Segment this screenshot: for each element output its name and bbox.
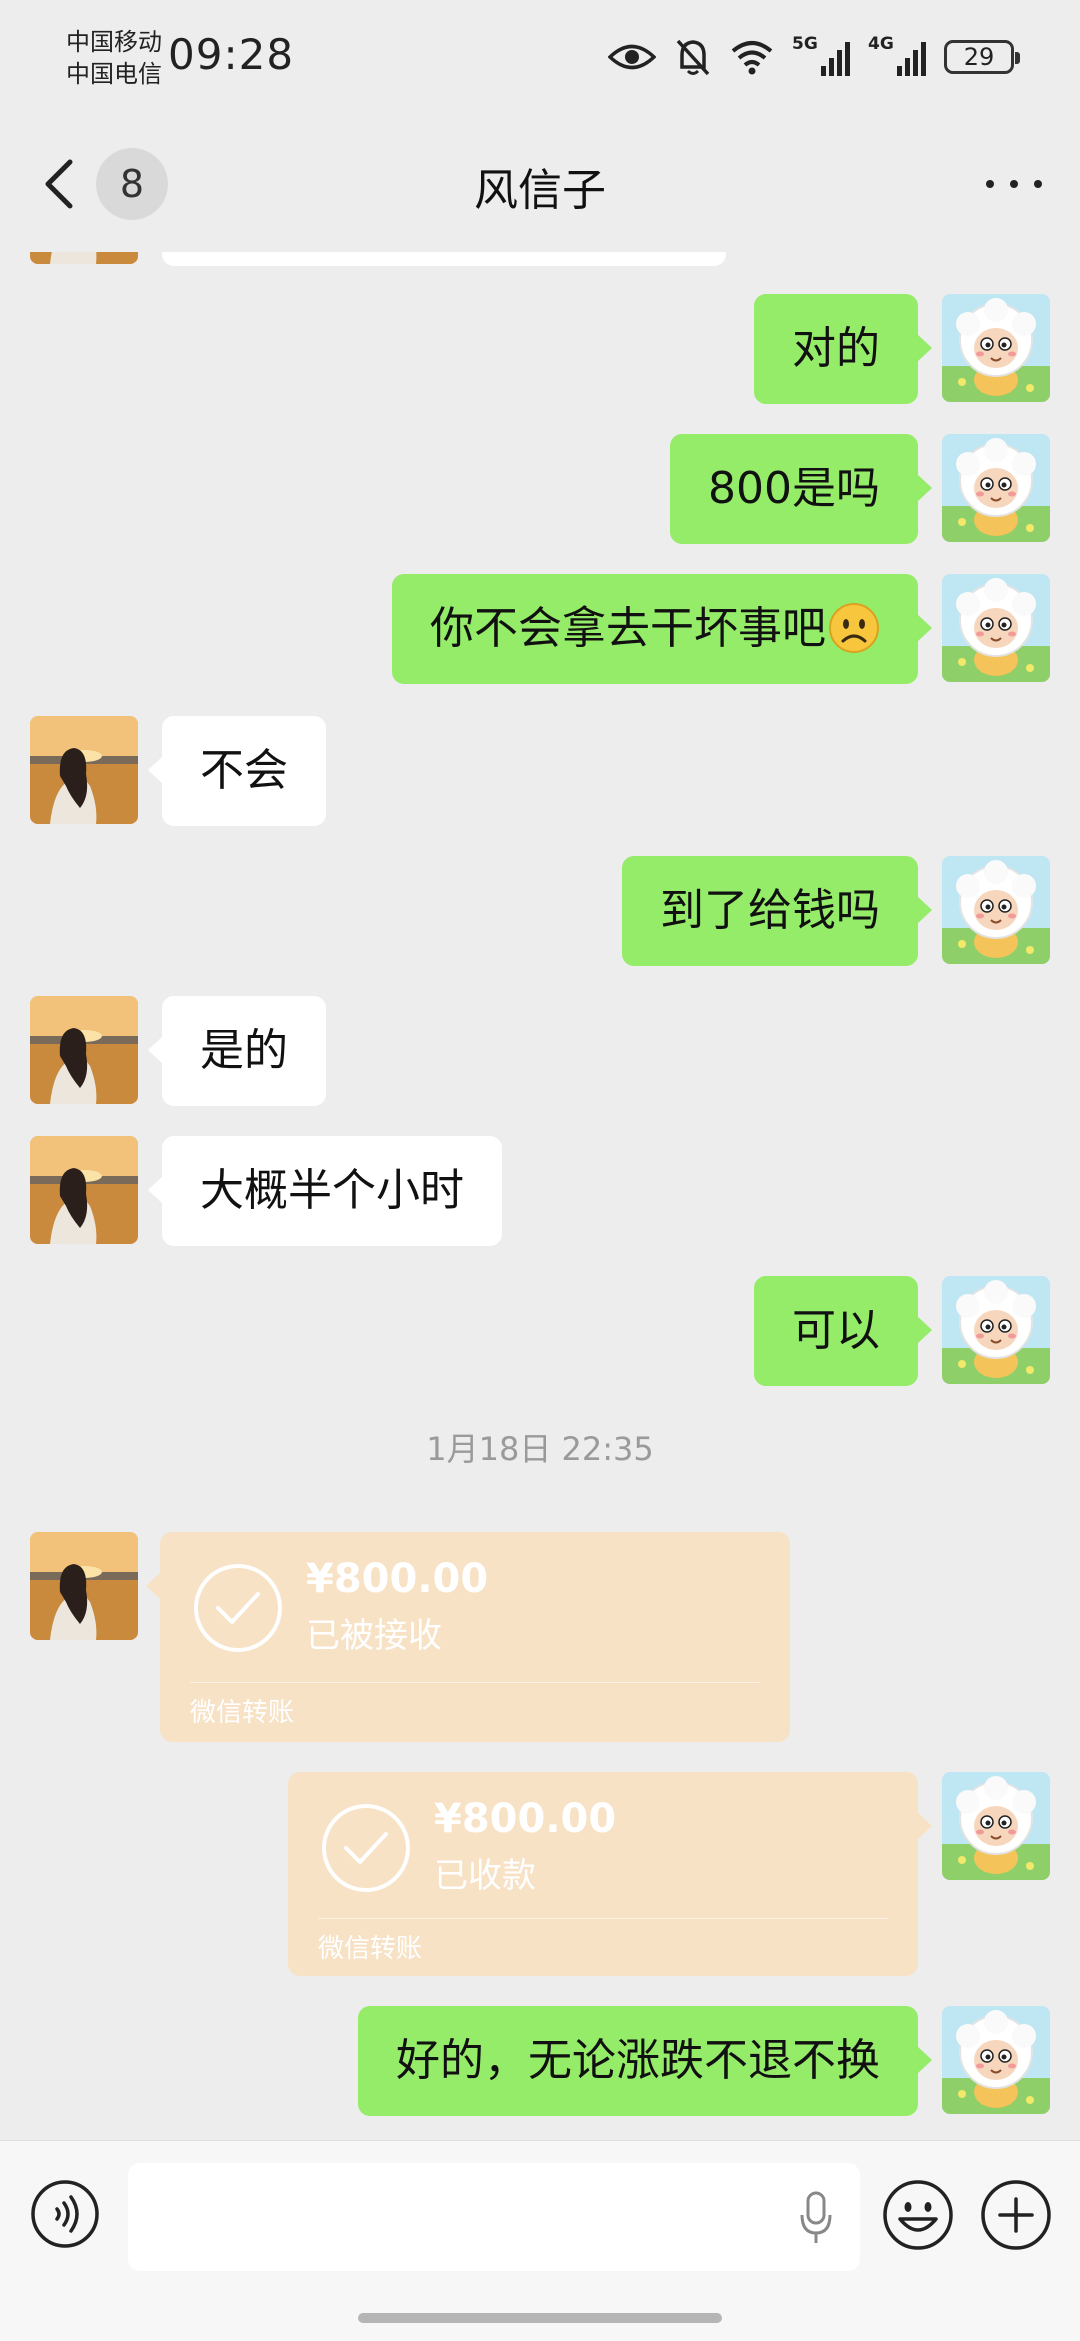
message-bubble-outgoing[interactable]: 好的，无论涨跌不退不换 — [358, 2006, 932, 2116]
avatar-contact[interactable] — [30, 1136, 138, 1244]
transfer-amount: ¥800.00 — [306, 1556, 489, 1602]
status-icons: 5G 4G 29 — [608, 34, 1020, 80]
signal-icon: 5G — [792, 34, 850, 80]
voice-icon[interactable] — [30, 2179, 100, 2249]
transfer-status: 已被接收 — [306, 1616, 442, 1656]
avatar-self[interactable] — [942, 1276, 1050, 1384]
eye-icon — [608, 44, 656, 70]
transfer-amount: ¥800.00 — [434, 1796, 617, 1842]
message-text: 你不会拿去干坏事吧 — [430, 603, 826, 654]
message-bubble-outgoing[interactable]: 到了给钱吗 — [622, 856, 932, 966]
avatar-self[interactable] — [942, 574, 1050, 682]
network-type-2: 4G — [868, 34, 894, 54]
network-type-1: 5G — [792, 34, 818, 54]
plus-icon[interactable] — [980, 2179, 1052, 2251]
message-bubble-outgoing[interactable]: 对的 — [754, 294, 932, 404]
avatar-contact[interactable] — [30, 1532, 138, 1640]
avatar-self[interactable] — [942, 856, 1050, 964]
message-timestamp: 1月18日 22:35 — [426, 1430, 654, 1468]
carrier-info: 中国移动 中国电信 — [66, 26, 162, 90]
divider — [190, 1682, 760, 1683]
microphone-icon[interactable] — [800, 2191, 832, 2245]
message-input[interactable] — [128, 2163, 860, 2271]
avatar-self[interactable] — [942, 434, 1050, 542]
battery-icon: 29 — [944, 40, 1020, 74]
check-circle-icon — [194, 1564, 282, 1652]
message-bubble-incoming[interactable]: 是的 — [148, 996, 326, 1106]
message-bubble-outgoing[interactable]: 可以 — [754, 1276, 932, 1386]
avatar-self[interactable] — [942, 2006, 1050, 2114]
transfer-status: 已收款 — [434, 1856, 536, 1896]
signal-icon: 4G — [868, 34, 926, 80]
message-bubble-outgoing[interactable]: 你不会拿去干坏事吧 — [392, 574, 932, 684]
input-bar — [0, 2140, 1080, 2341]
ellipsis-icon[interactable] — [986, 170, 1042, 198]
carrier-1: 中国移动 — [66, 28, 162, 56]
avatar-self[interactable] — [942, 294, 1050, 402]
message-bubble-outgoing[interactable]: 800是吗 — [670, 434, 932, 544]
avatar-self[interactable] — [942, 1772, 1050, 1880]
home-indicator[interactable] — [358, 2313, 722, 2323]
wifi-icon — [731, 41, 773, 75]
avatar-contact[interactable] — [30, 252, 138, 264]
transfer-label: 微信转账 — [190, 1698, 295, 1728]
avatar-contact[interactable] — [30, 996, 138, 1104]
transfer-label: 微信转账 — [318, 1934, 423, 1964]
carrier-2: 中国电信 — [66, 60, 162, 88]
emoji-icon[interactable] — [882, 2179, 954, 2251]
message-bubble[interactable] — [162, 252, 726, 266]
transfer-card-received[interactable]: ¥800.00 已被接收 微信转账 — [146, 1532, 790, 1742]
mute-bell-icon — [676, 39, 710, 76]
message-bubble-incoming[interactable]: 大概半个小时 — [148, 1136, 502, 1246]
chat-title: 风信子 — [474, 165, 606, 216]
status-bar: 中国移动 中国电信 09:28 5G 4G 29 — [0, 0, 1080, 120]
sad-face-emoji-icon — [829, 603, 879, 653]
check-circle-icon — [322, 1804, 410, 1892]
message-list[interactable]: 对的 800是吗 你不会拿去干坏事吧 不会 到了给钱吗 是的 大概半个小时 可以… — [0, 252, 1080, 2140]
avatar-contact[interactable] — [30, 716, 138, 824]
transfer-card-accepted[interactable]: ¥800.00 已收款 微信转账 — [288, 1772, 932, 1976]
battery-level: 29 — [963, 43, 995, 71]
status-time: 09:28 — [168, 30, 295, 79]
message-bubble-incoming[interactable]: 不会 — [148, 716, 326, 826]
divider — [318, 1918, 888, 1919]
chat-header: 8 风信子 — [0, 120, 1080, 248]
